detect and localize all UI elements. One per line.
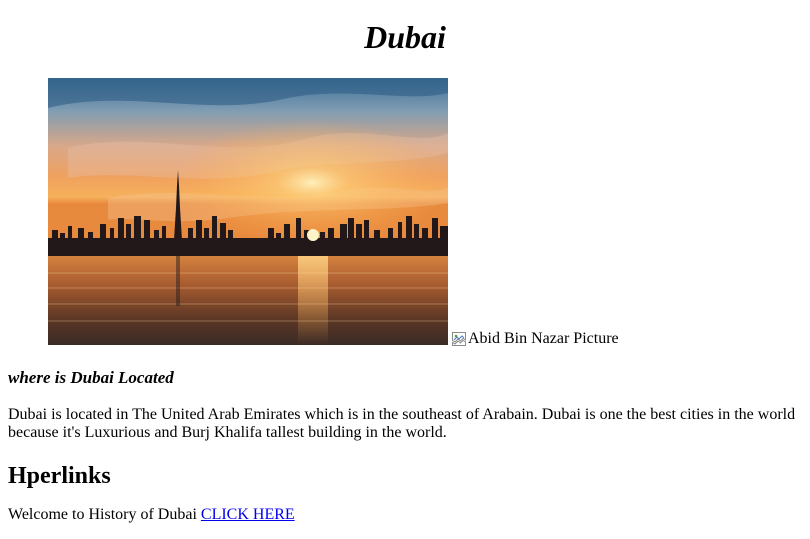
broken-image-icon xyxy=(452,332,466,346)
broken-image-alt-text: Abid Bin Nazar Picture xyxy=(468,330,619,347)
section-heading-location: where is Dubai Located xyxy=(8,368,174,387)
broken-image: Abid Bin Nazar Picture xyxy=(451,330,619,348)
hyperlinks-heading: Hperlinks xyxy=(8,463,111,489)
welcome-paragraph: Welcome to History of Dubai CLICK HERE xyxy=(8,490,802,524)
description-paragraph: Dubai is located in The United Arab Emir… xyxy=(8,406,796,441)
image-row: Abid Bin Nazar Picture xyxy=(8,78,802,348)
click-here-link[interactable]: CLICK HERE xyxy=(201,506,295,523)
page-content: Dubai Abid Bin Nazar Picture where is Du… xyxy=(0,0,810,524)
page-title: Dubai xyxy=(364,19,446,55)
welcome-text: Welcome to History of Dubai xyxy=(8,506,197,523)
dubai-skyline-photo xyxy=(48,78,448,345)
